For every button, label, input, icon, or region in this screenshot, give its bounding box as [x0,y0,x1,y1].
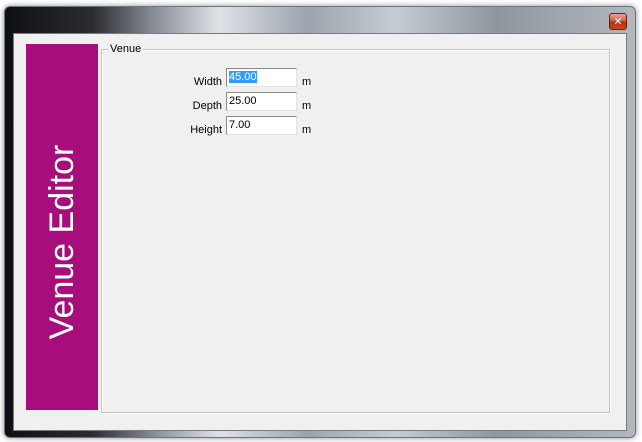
side-banner: Venue Editor [26,44,98,410]
width-input[interactable]: 45.00 [226,68,297,87]
depth-label: Depth [192,100,222,112]
dialog-client-area: Venue Editor Venue Width 45.00 m Depth 2… [13,33,627,431]
depth-unit: m [302,100,312,112]
height-label: Height [190,124,222,136]
depth-input[interactable]: 25.00 [226,92,297,111]
height-input[interactable]: 7.00 [226,116,297,135]
width-label: Width [193,76,222,88]
banner-title: Venue Editor [43,144,81,340]
depth-input-value: 25.00 [229,95,257,107]
venue-editor-window: ✕ Venue Editor Venue Width 45.00 m Depth… [4,6,636,438]
width-unit: m [302,76,312,88]
height-input-value: 7.00 [229,119,251,131]
width-input-value: 45.00 [229,71,257,83]
height-unit: m [302,124,312,136]
close-icon: ✕ [613,15,623,28]
groupbox-legend: Venue [108,42,144,56]
venue-groupbox: Venue Width 45.00 m Depth 25.00 m Height… [101,42,610,413]
title-bar[interactable]: ✕ [5,7,635,33]
close-button[interactable]: ✕ [609,13,627,30]
